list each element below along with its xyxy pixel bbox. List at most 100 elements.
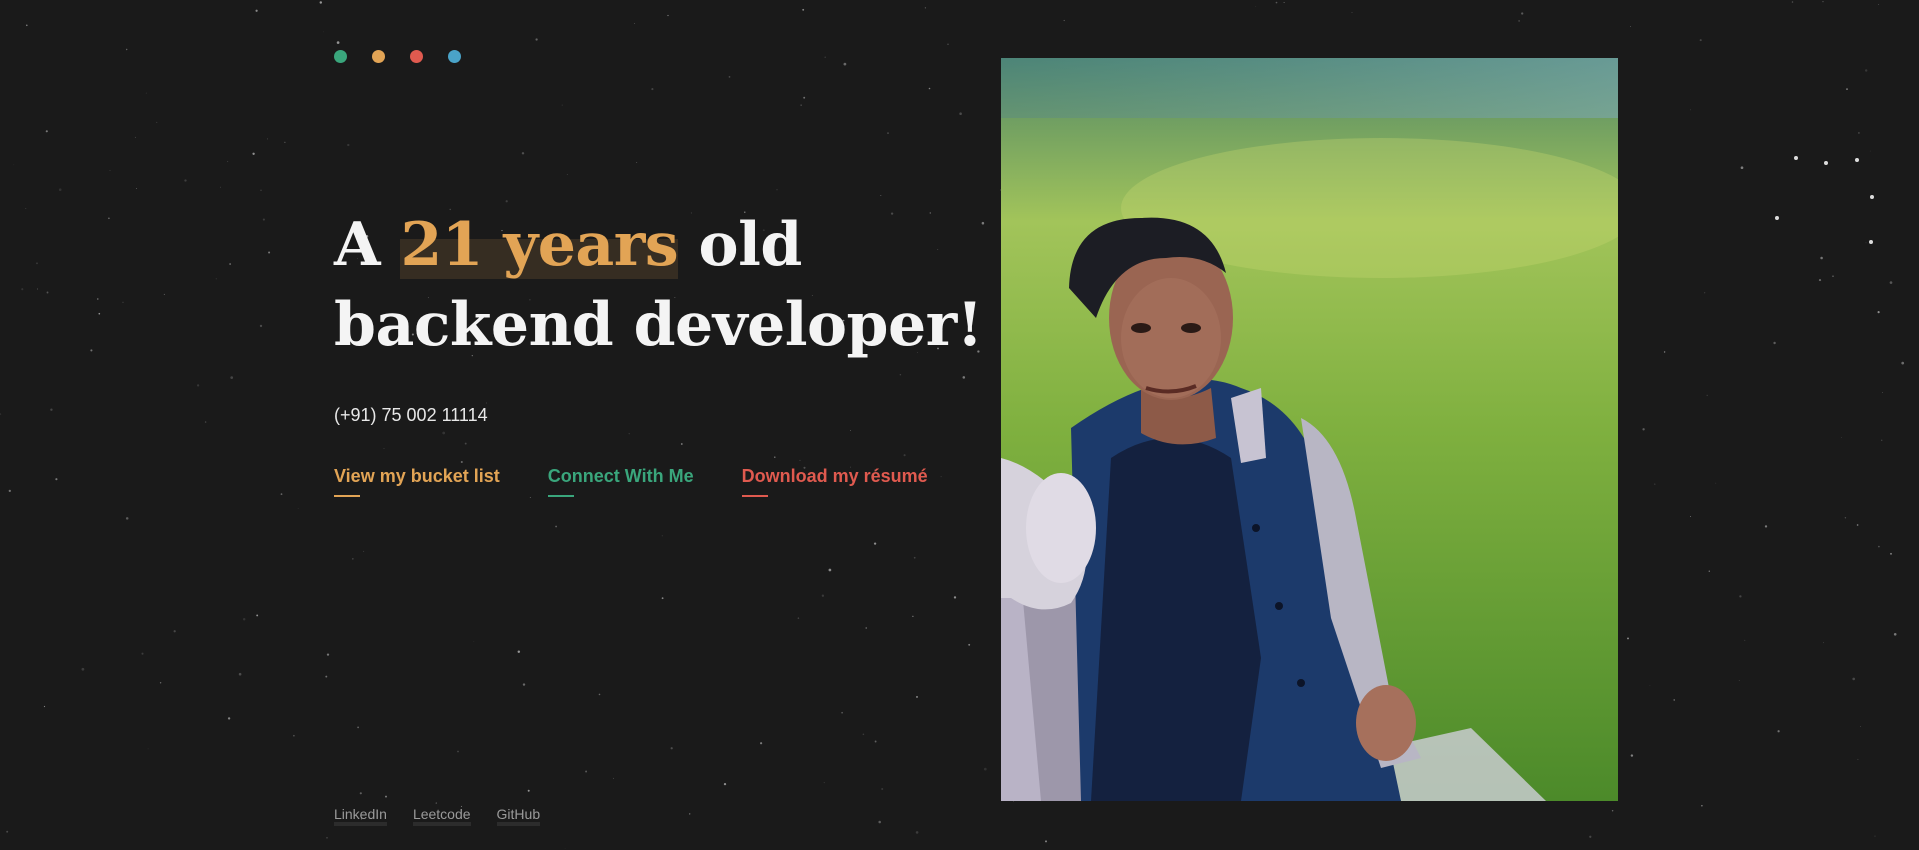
star — [912, 615, 914, 617]
star — [774, 456, 776, 458]
star — [1846, 88, 1848, 90]
star — [242, 617, 246, 621]
star — [8, 489, 11, 493]
star — [215, 278, 217, 280]
star — [196, 384, 200, 387]
star — [141, 652, 144, 655]
star — [1715, 482, 1717, 484]
star — [760, 742, 763, 745]
star — [1013, 801, 1014, 802]
star — [323, 31, 325, 33]
star — [728, 76, 731, 78]
star — [1663, 351, 1666, 353]
star — [1877, 311, 1880, 314]
cta-links: View my bucket list Connect With Me Down… — [334, 466, 928, 497]
headline-suffix: old — [678, 210, 803, 280]
star — [319, 1, 323, 4]
star — [1878, 3, 1880, 5]
portrait-photo-icon — [1001, 58, 1618, 801]
star — [1704, 292, 1706, 294]
star — [262, 218, 265, 221]
headline-line2: backend developer! — [334, 290, 983, 360]
star — [566, 174, 568, 175]
star — [862, 733, 865, 736]
star — [928, 87, 931, 90]
github-link[interactable]: GitHub — [496, 806, 541, 826]
star — [1893, 632, 1897, 636]
star — [799, 459, 801, 462]
red-dot — [410, 50, 423, 63]
star — [688, 813, 691, 815]
star — [336, 41, 340, 44]
star — [1739, 595, 1742, 598]
star — [1045, 840, 1047, 843]
star — [435, 802, 437, 804]
star — [1699, 39, 1702, 42]
star — [43, 705, 46, 708]
star — [1857, 758, 1859, 760]
star — [385, 795, 387, 798]
star — [45, 130, 48, 133]
star — [460, 460, 463, 464]
star — [1706, 394, 1708, 397]
star — [661, 597, 664, 600]
star — [924, 7, 926, 9]
star — [6, 830, 9, 833]
star — [1890, 552, 1892, 555]
star — [147, 748, 149, 750]
star — [1777, 730, 1780, 733]
star — [266, 138, 268, 140]
star — [1857, 131, 1860, 134]
star — [865, 627, 867, 629]
star — [505, 200, 508, 203]
star — [464, 442, 467, 445]
star — [824, 56, 826, 58]
leetcode-link[interactable]: Leetcode — [412, 806, 471, 826]
profile-photo — [1001, 58, 1618, 801]
star — [252, 152, 255, 155]
star — [598, 693, 601, 696]
star — [260, 189, 262, 192]
star — [204, 421, 207, 423]
star — [1822, 0, 1824, 3]
star — [220, 186, 222, 188]
star — [1901, 361, 1905, 365]
linkedin-link[interactable]: LinkedIn — [334, 806, 387, 826]
star — [850, 430, 851, 431]
star — [1773, 341, 1776, 345]
star — [903, 454, 906, 457]
connect-link[interactable]: Connect With Me — [547, 466, 694, 497]
resume-download-link[interactable]: Download my résumé — [741, 466, 928, 497]
star — [37, 288, 39, 290]
star — [1351, 11, 1353, 13]
star — [529, 497, 531, 499]
star — [226, 160, 229, 163]
star — [983, 767, 987, 771]
star — [680, 443, 683, 445]
star — [1521, 12, 1524, 15]
star — [326, 837, 328, 839]
star — [326, 653, 330, 656]
star — [776, 188, 778, 191]
star — [881, 787, 884, 791]
star — [90, 349, 93, 352]
star — [1865, 242, 1867, 244]
star — [723, 782, 727, 786]
star — [1840, 436, 1842, 438]
star — [1794, 156, 1798, 160]
star — [125, 48, 128, 51]
orange-dot — [372, 50, 385, 63]
star — [959, 112, 962, 115]
star — [25, 208, 27, 209]
star — [184, 179, 187, 182]
star — [1832, 275, 1834, 277]
star — [555, 525, 557, 528]
star — [564, 848, 566, 850]
star — [1822, 642, 1824, 644]
star — [1881, 439, 1883, 441]
star — [13, 164, 15, 166]
bucket-list-link[interactable]: View my bucket list — [334, 466, 500, 497]
star — [36, 262, 38, 265]
star — [1869, 240, 1873, 244]
star — [1701, 805, 1703, 807]
